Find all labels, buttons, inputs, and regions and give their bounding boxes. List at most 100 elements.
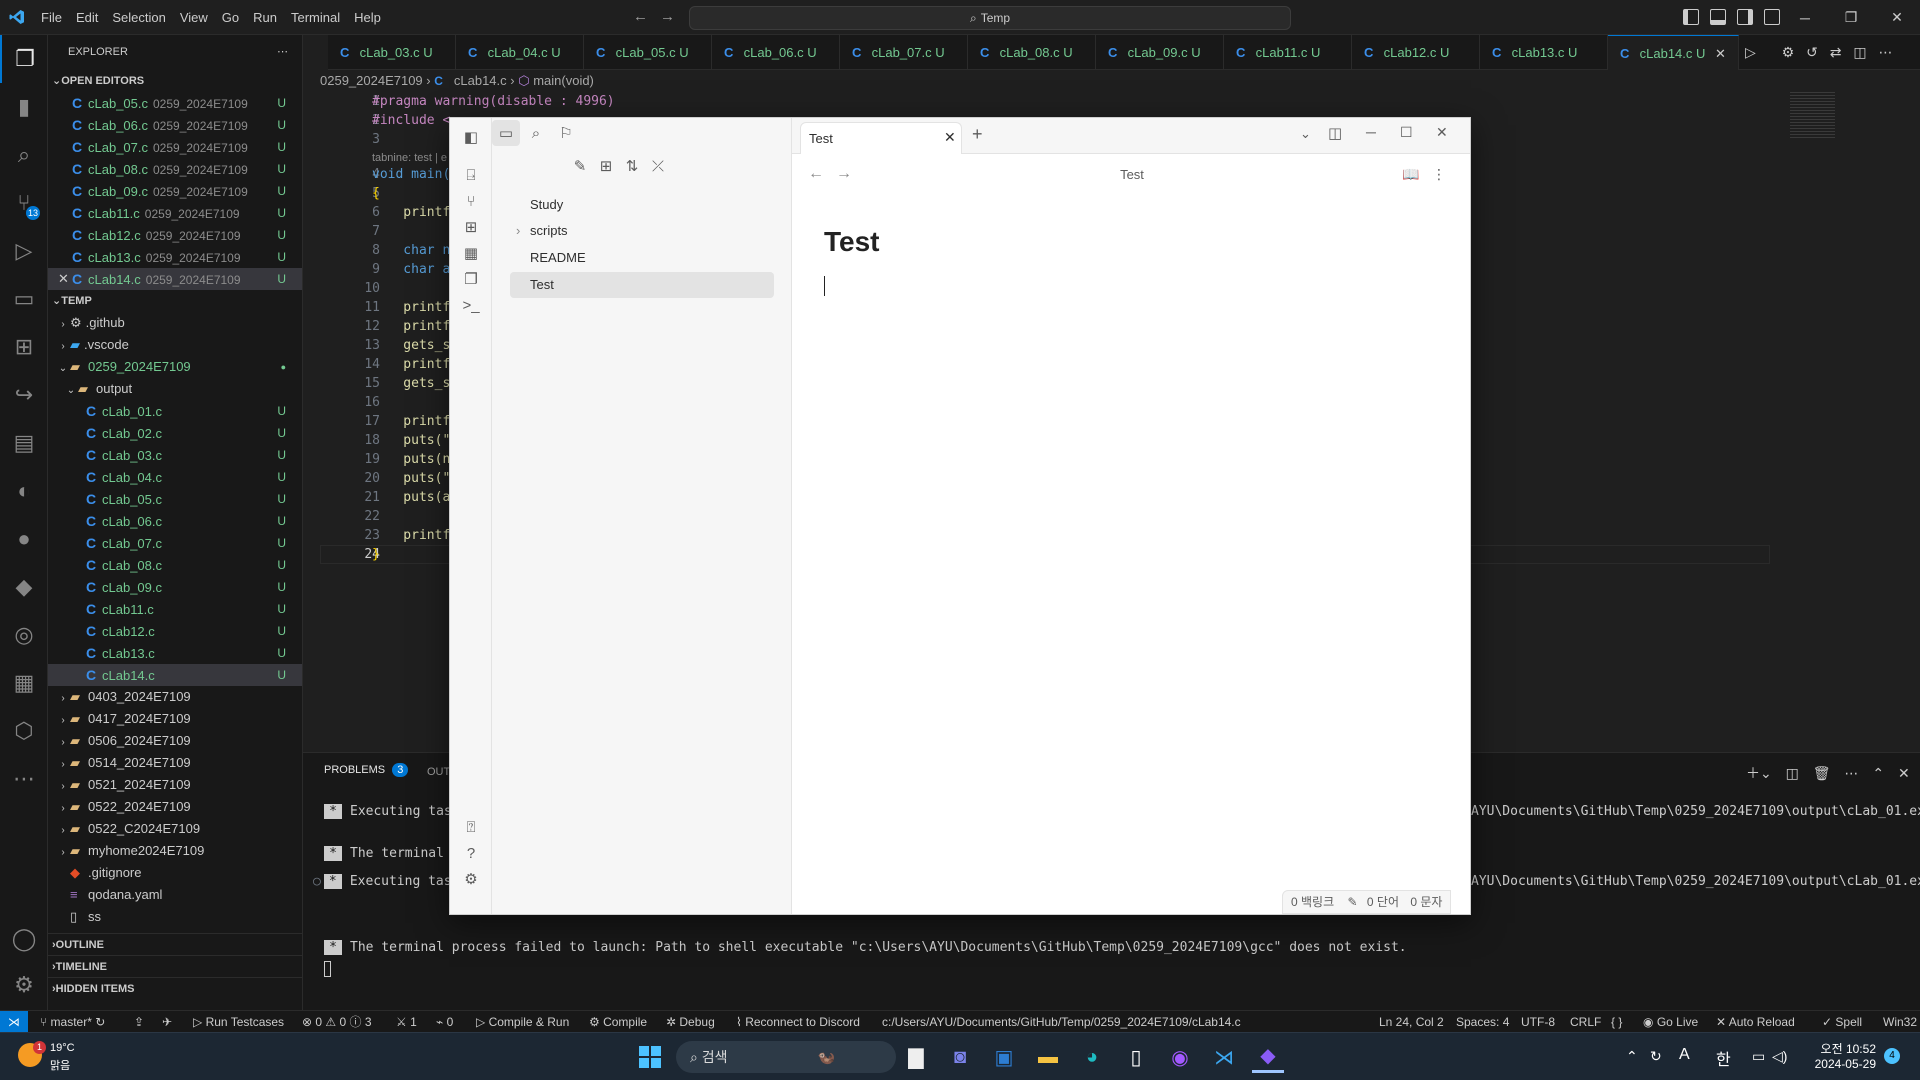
obsidian-taskbar-icon[interactable]: ◆ xyxy=(1252,1041,1284,1073)
sync-icon[interactable]: ↻ xyxy=(1650,1048,1662,1065)
more-icon[interactable]: ⋯ xyxy=(1879,44,1893,60)
editor-tab[interactable]: C cLab_03.c U xyxy=(328,35,456,70)
tree-folder[interactable]: › ▰ 0417_2024E7109 xyxy=(48,708,302,730)
tree-file[interactable]: CcLab_03.c U xyxy=(48,444,302,466)
pencil-icon[interactable]: ✎ xyxy=(1347,895,1357,909)
tree-file[interactable]: CcLab_07.c U xyxy=(48,532,302,554)
tree-file[interactable]: CcLab12.c U xyxy=(48,620,302,642)
problems-tab[interactable]: PROBLEMS 3 xyxy=(324,763,409,777)
ime-a[interactable]: A xyxy=(1679,1046,1690,1064)
open-editor-item[interactable]: ✕ CcLab14.c 0259_2024E7109 U xyxy=(48,268,302,290)
problems-indicator[interactable]: ⊗ 0 ⚠ 0 ⓘ 3 xyxy=(302,1011,372,1033)
open-editor-item[interactable]: CcLab12.c 0259_2024E7109 U xyxy=(48,224,302,246)
more-icon[interactable]: ⋯ xyxy=(0,755,48,803)
weather-desc[interactable]: 맑음 xyxy=(50,1057,70,1073)
ports-indicator[interactable]: ⚔ 1 xyxy=(396,1011,417,1033)
tree-file[interactable]: CcLab_06.c U xyxy=(48,510,302,532)
backlinks-count[interactable]: 0 백링크 xyxy=(1291,895,1334,909)
trash-icon[interactable]: 🗑 xyxy=(1813,765,1831,781)
clock-date[interactable]: 2024-05-29 xyxy=(1810,1057,1876,1071)
timeline-icon[interactable]: ◎ xyxy=(0,611,48,659)
github-icon[interactable]: ● xyxy=(0,515,48,563)
debug-button[interactable]: ✲ Debug xyxy=(666,1011,715,1033)
maximize-panel-icon[interactable]: ⌃ xyxy=(1872,765,1884,781)
explorer-icon[interactable]: ❐ xyxy=(0,35,48,83)
tree-file[interactable]: CcLab13.c U xyxy=(48,642,302,664)
editor-tab[interactable]: C cLab13.c U xyxy=(1480,35,1608,70)
note-file[interactable]: Test xyxy=(510,272,774,298)
extensions-icon[interactable]: ⊞ xyxy=(0,323,48,371)
editor-tab[interactable]: C cLab11.c U xyxy=(1224,35,1352,70)
open-editor-item[interactable]: CcLab_07.c 0259_2024E7109 U xyxy=(48,136,302,158)
more-icon[interactable]: ⋯ xyxy=(1844,765,1858,781)
ime-hangul[interactable]: 한 xyxy=(1716,1046,1731,1070)
run-testcases-button[interactable]: ▷ Run Testcases xyxy=(193,1011,284,1033)
menu-item-selection[interactable]: Selection xyxy=(105,0,172,35)
close-tab-icon[interactable]: ✕ xyxy=(944,129,956,146)
teams-icon[interactable]: ◙ xyxy=(944,1041,976,1073)
branch-indicator[interactable]: ⑂ master* ↻ xyxy=(40,1011,105,1033)
live-share-icon[interactable]: ↪ xyxy=(0,371,48,419)
open-editor-item[interactable]: CcLab_06.c 0259_2024E7109 U xyxy=(48,114,302,136)
obsidian-close-button[interactable]: ✕ xyxy=(1436,124,1448,141)
github-desktop-icon[interactable]: ◉ xyxy=(1164,1041,1196,1073)
remote-explorer-icon[interactable]: ▭ xyxy=(0,275,48,323)
file-path[interactable]: c:/Users/AYU/Documents/GitHub/Temp/0259_… xyxy=(882,1011,1241,1033)
package-icon[interactable]: ⬡ xyxy=(0,707,48,755)
tree-folder[interactable]: › ▰ myhome2024E7109 xyxy=(48,840,302,862)
search-icon[interactable]: ⌕ xyxy=(522,120,550,146)
tree-folder[interactable]: › ▰ 0521_2024E7109 xyxy=(48,774,302,796)
tree-file[interactable]: CcLab14.c U xyxy=(48,664,302,686)
search-icon[interactable]: ⌕ xyxy=(0,131,48,179)
gitlens-icon[interactable]: ◐ xyxy=(0,467,48,515)
task-view-icon[interactable]: ▇ xyxy=(900,1041,932,1073)
history-icon[interactable]: ↺ xyxy=(1806,44,1818,60)
editor-tab[interactable]: C cLab14.c U ✕ xyxy=(1608,35,1739,70)
vault-switch-icon[interactable]: ⍰ xyxy=(460,816,482,838)
account-icon[interactable]: ◯ xyxy=(0,915,48,963)
edge-icon[interactable]: ◕ xyxy=(1076,1041,1108,1073)
tree-file[interactable]: CcLab_01.c U xyxy=(48,400,302,422)
breadcrumb-file[interactable]: cLab14.c xyxy=(454,73,507,88)
menu-item-file[interactable]: File xyxy=(34,0,69,35)
sidebar-toggle-icon[interactable]: ◧ xyxy=(460,126,482,148)
more-actions-icon[interactable]: ⋯ xyxy=(277,35,288,70)
compare-icon[interactable]: ⇄ xyxy=(1830,44,1842,60)
breadcrumb-folder[interactable]: 0259_2024E7109 xyxy=(320,73,423,88)
windows-start-icon[interactable] xyxy=(634,1041,666,1073)
file-explorer-icon[interactable]: ▬ xyxy=(1032,1041,1064,1073)
open-editors-header[interactable]: ⌄OPEN EDITORS xyxy=(48,70,302,92)
close-panel-icon[interactable]: ✕ xyxy=(1898,765,1910,781)
source-control-icon[interactable]: ⑂ 13 xyxy=(0,179,48,227)
remote-icon[interactable]: ⋊ xyxy=(0,1011,28,1033)
obsidian-maximize-button[interactable]: ☐ xyxy=(1400,124,1413,141)
close-icon[interactable]: ✕ xyxy=(58,268,69,290)
auto-reload-button[interactable]: ✕ Auto Reload xyxy=(1716,1011,1795,1033)
editor-tab[interactable]: C cLab12.c U xyxy=(1352,35,1480,70)
tree-folder[interactable]: › ▰ 0506_2024E7109 xyxy=(48,730,302,752)
taskbar-search[interactable]: ⌕ 검색 🦦 xyxy=(676,1041,896,1073)
graph-view-icon[interactable]: ⑂ xyxy=(460,190,482,212)
help-icon[interactable]: ? xyxy=(460,842,482,864)
tree-file[interactable]: CcLab_04.c U xyxy=(48,466,302,488)
toggle-primary-sidebar-icon[interactable] xyxy=(1683,9,1699,25)
close-tab-icon[interactable]: ✕ xyxy=(1715,46,1726,61)
tree-folder[interactable]: › ⚙ .github xyxy=(48,312,302,334)
toggle-panel-icon[interactable] xyxy=(1710,9,1726,25)
open-editor-item[interactable]: CcLab13.c 0259_2024E7109 U xyxy=(48,246,302,268)
note-folder[interactable]: › scripts xyxy=(510,218,774,244)
sort-icon[interactable]: ⇅ xyxy=(618,153,646,179)
tree-folder[interactable]: ⌄ ▰ output xyxy=(48,378,302,400)
editor-tab[interactable]: C cLab_07.c U xyxy=(840,35,968,70)
timeline-header[interactable]: ›TIMELINE xyxy=(48,955,302,977)
tree-folder[interactable]: › ▰ 0403_2024E7109 xyxy=(48,686,302,708)
quick-switcher-icon[interactable]: ⍈ xyxy=(460,164,482,186)
project-manager-icon[interactable]: ▤ xyxy=(0,419,48,467)
menu-item-terminal[interactable]: Terminal xyxy=(284,0,347,35)
editor-tab[interactable]: C cLab_06.c U xyxy=(712,35,840,70)
notification-badge[interactable]: 4 xyxy=(1884,1048,1900,1064)
canvas-icon[interactable]: ⊞ xyxy=(460,216,482,238)
go-live-button[interactable]: ◉ Go Live xyxy=(1643,1011,1698,1033)
cursor-position[interactable]: Ln 24, Col 2 xyxy=(1379,1011,1444,1033)
eol[interactable]: CRLF xyxy=(1570,1011,1601,1033)
